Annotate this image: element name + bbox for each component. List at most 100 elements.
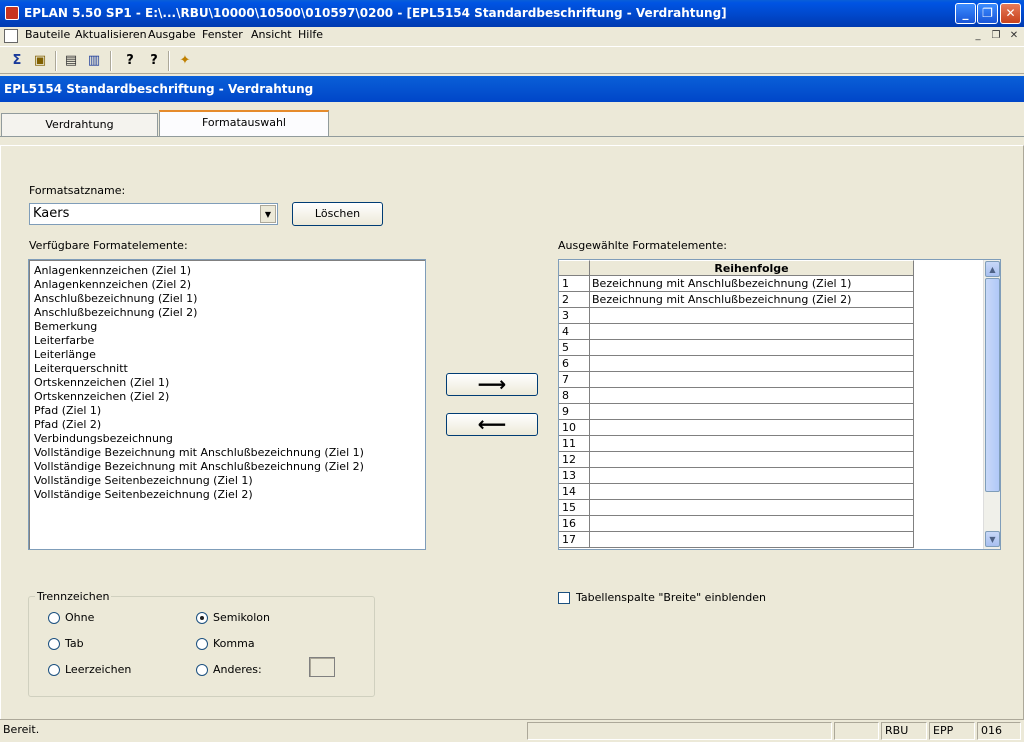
grid-row-number[interactable]: 5 (559, 340, 590, 356)
export-icon[interactable]: ▥ (84, 51, 104, 71)
breite-checkbox[interactable] (558, 592, 570, 604)
radio-leerzeichen-label[interactable]: Leerzeichen (65, 663, 131, 676)
radio-leerzeichen[interactable] (48, 664, 60, 676)
formatsatzname-combo[interactable]: Kaers ▼ (29, 203, 278, 225)
radio-komma-label[interactable]: Komma (213, 637, 255, 650)
restore-button[interactable]: ❐ (977, 3, 998, 24)
menu-bauteile[interactable]: Bauteile (25, 28, 70, 41)
list-icon[interactable]: ▤ (61, 51, 81, 71)
list-item[interactable]: Pfad (Ziel 2) (34, 418, 101, 432)
list-item[interactable]: Ortskennzeichen (Ziel 2) (34, 390, 169, 404)
chevron-down-icon[interactable]: ▼ (260, 205, 276, 223)
scrollbar-thumb[interactable] (985, 278, 1000, 492)
help-icon[interactable]: ? (120, 51, 140, 71)
grid-cell[interactable] (590, 516, 914, 532)
mdi-restore-button[interactable]: ❐ (988, 29, 1004, 43)
loeschen-button[interactable]: Löschen (292, 202, 383, 226)
tab-verdrahtung[interactable]: Verdrahtung (1, 113, 158, 137)
chevron-up-icon[interactable]: ▲ (985, 261, 1000, 277)
grid-row-number[interactable]: 9 (559, 404, 590, 420)
list-item[interactable]: Pfad (Ziel 1) (34, 404, 101, 418)
radio-ohne-label[interactable]: Ohne (65, 611, 94, 624)
grid-cell[interactable] (590, 372, 914, 388)
list-item[interactable]: Vollständige Bezeichnung mit Anschlußbez… (34, 446, 364, 460)
eplan-app-icon[interactable] (5, 6, 19, 20)
menu-fenster[interactable]: Fenster (202, 28, 243, 41)
list-item[interactable]: Vollständige Bezeichnung mit Anschlußbez… (34, 460, 364, 474)
grid-cell[interactable] (590, 324, 914, 340)
radio-tab[interactable] (48, 638, 60, 650)
grid-row-number[interactable]: 3 (559, 308, 590, 324)
grid-column-header[interactable]: Reihenfolge (590, 260, 914, 276)
menu-ansicht[interactable]: Ansicht (251, 28, 292, 41)
grid-cell[interactable]: Bezeichnung mit Anschlußbezeichnung (Zie… (590, 276, 914, 292)
grid-cell[interactable] (590, 420, 914, 436)
grid-row-number[interactable]: 6 (559, 356, 590, 372)
open-folder-icon[interactable]: ▣ (30, 51, 50, 71)
arrow-left-icon[interactable]: ⟵ (446, 413, 538, 436)
list-item[interactable]: Ortskennzeichen (Ziel 1) (34, 376, 169, 390)
radio-semikolon-label[interactable]: Semikolon (213, 611, 270, 624)
grid-row-number[interactable]: 4 (559, 324, 590, 340)
grid-cell[interactable] (590, 388, 914, 404)
list-item[interactable]: Vollständige Seitenbezeichnung (Ziel 1) (34, 474, 253, 488)
radio-tab-label[interactable]: Tab (65, 637, 84, 650)
list-item[interactable]: Anschlußbezeichnung (Ziel 1) (34, 292, 197, 306)
grid-cell[interactable] (590, 356, 914, 372)
list-item[interactable]: Leiterlänge (34, 348, 96, 362)
radio-anderes-label[interactable]: Anderes: (213, 663, 262, 676)
list-item[interactable]: Leiterfarbe (34, 334, 94, 348)
grid-cell[interactable] (590, 308, 914, 324)
anderes-input[interactable] (309, 657, 335, 677)
grid-row-number[interactable]: 7 (559, 372, 590, 388)
menu-ausgabe[interactable]: Ausgabe (148, 28, 196, 41)
title-bar[interactable]: EPLAN 5.50 SP1 - E:\...\RBU\10000\10500\… (0, 0, 1024, 27)
menu-aktualisieren[interactable]: Aktualisieren (75, 28, 147, 41)
wizard-icon[interactable]: ✦ (175, 51, 195, 71)
list-item[interactable]: Verbindungsbezeichnung (34, 432, 173, 446)
document-icon[interactable] (4, 29, 18, 43)
grid-cell[interactable]: Bezeichnung mit Anschlußbezeichnung (Zie… (590, 292, 914, 308)
list-item[interactable]: Anlagenkennzeichen (Ziel 1) (34, 264, 191, 278)
list-item[interactable]: Bemerkung (34, 320, 97, 334)
close-button[interactable]: ✕ (1000, 3, 1021, 24)
grid-cell[interactable] (590, 484, 914, 500)
chevron-down-icon[interactable]: ▼ (985, 531, 1000, 547)
radio-anderes[interactable] (196, 664, 208, 676)
tab-formatauswahl[interactable]: Formatauswahl (159, 110, 329, 137)
grid-row-number[interactable]: 8 (559, 388, 590, 404)
radio-semikolon[interactable] (196, 612, 208, 624)
grid-cell[interactable] (590, 340, 914, 356)
list-item[interactable]: Leiterquerschnitt (34, 362, 128, 376)
mdi-close-button[interactable]: ✕ (1006, 29, 1022, 43)
breite-checkbox-label[interactable]: Tabellenspalte "Breite" einblenden (576, 591, 766, 604)
available-elements-list[interactable]: Anlagenkennzeichen (Ziel 1) Anlagenkennz… (28, 259, 426, 550)
grid-cell[interactable] (590, 532, 914, 548)
minimize-button[interactable]: _ (955, 3, 976, 24)
grid-cell[interactable] (590, 468, 914, 484)
component-icon[interactable]: Σ (7, 51, 27, 71)
list-item[interactable]: Vollständige Seitenbezeichnung (Ziel 2) (34, 488, 253, 502)
list-item[interactable]: Anlagenkennzeichen (Ziel 2) (34, 278, 191, 292)
arrow-right-icon[interactable]: ⟶ (446, 373, 538, 396)
grid-cell[interactable] (590, 404, 914, 420)
grid-row-number[interactable]: 13 (559, 468, 590, 484)
grid-row-number[interactable]: 12 (559, 452, 590, 468)
mdi-minimize-button[interactable]: _ (970, 29, 986, 43)
grid-row-number[interactable]: 17 (559, 532, 590, 548)
grid-scrollbar[interactable]: ▲ ▼ (983, 260, 1000, 549)
grid-row-number[interactable]: 2 (559, 292, 590, 308)
list-item[interactable]: Anschlußbezeichnung (Ziel 2) (34, 306, 197, 320)
grid-row-number[interactable]: 15 (559, 500, 590, 516)
menu-hilfe[interactable]: Hilfe (298, 28, 323, 41)
selected-elements-grid[interactable]: Reihenfolge 1 Bezeichnung mit Anschlußbez… (558, 259, 1001, 550)
grid-cell[interactable] (590, 500, 914, 516)
context-help-icon[interactable]: ? (144, 51, 164, 71)
grid-cell[interactable] (590, 452, 914, 468)
radio-komma[interactable] (196, 638, 208, 650)
grid-row-number[interactable]: 14 (559, 484, 590, 500)
grid-row-number[interactable]: 1 (559, 276, 590, 292)
grid-row-number[interactable]: 11 (559, 436, 590, 452)
radio-ohne[interactable] (48, 612, 60, 624)
grid-row-number[interactable]: 10 (559, 420, 590, 436)
